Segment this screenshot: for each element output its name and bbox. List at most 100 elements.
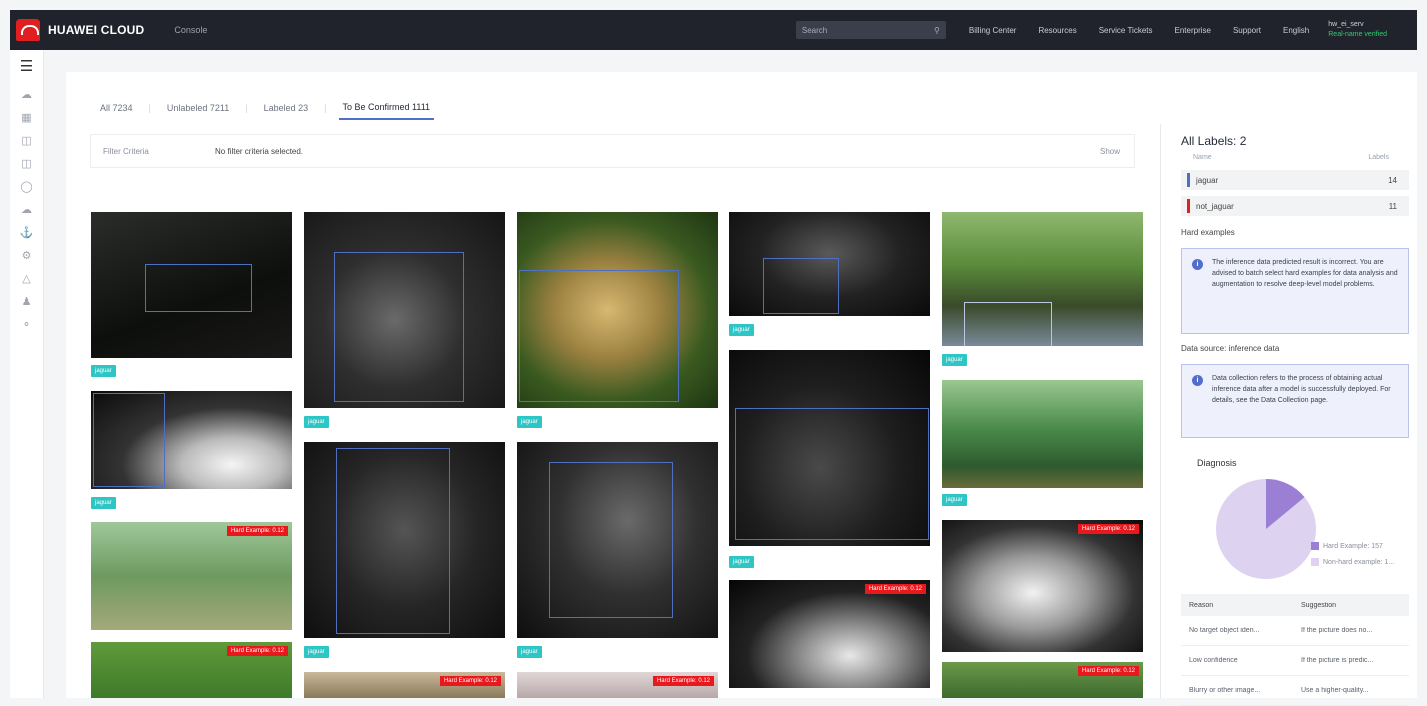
- hard-example-badge: Hard Example: 0.12: [1077, 524, 1139, 534]
- col-suggestion: Suggestion: [1301, 601, 1337, 609]
- top-link-language[interactable]: English: [1283, 26, 1309, 35]
- console-link[interactable]: Console: [174, 25, 207, 35]
- tab-to-be-confirmed[interactable]: To Be Confirmed 1111: [338, 100, 435, 120]
- dataset-tabs: All 7234 | Unlabeled 7211 | Labeled 23 |…: [96, 100, 435, 120]
- label-name: not_jaguar: [1196, 201, 1234, 211]
- tab-unlabeled[interactable]: Unlabeled 7211: [163, 101, 233, 119]
- image-card[interactable]: Hard Example: 0.12: [91, 642, 292, 698]
- image-card[interactable]: Hard Example: 0.12: [91, 522, 292, 630]
- top-link-enterprise[interactable]: Enterprise: [1175, 26, 1211, 35]
- nav-datasets-icon[interactable]: ▦: [20, 111, 34, 125]
- image-card[interactable]: [517, 442, 718, 638]
- bounding-box: [145, 264, 252, 312]
- info-icon: i: [1192, 375, 1203, 386]
- bounding-box: [763, 258, 839, 314]
- label-tag: jaguar: [517, 646, 542, 658]
- image-card[interactable]: Hard Example: 0.12: [517, 672, 718, 698]
- label-row-jaguar[interactable]: jaguar 14: [1181, 170, 1409, 190]
- search-icon[interactable]: ⚲: [934, 26, 940, 35]
- top-link-support[interactable]: Support: [1233, 26, 1261, 35]
- label-color-bar: [1187, 173, 1190, 187]
- image-card[interactable]: [729, 212, 930, 316]
- legend-label: Non-hard example: 1...: [1323, 558, 1395, 566]
- user-name: hw_ei_serv: [1328, 21, 1364, 28]
- top-nav-links: Billing Center Resources Service Tickets…: [958, 26, 1320, 35]
- table-row[interactable]: Low confidence If the picture is predic.…: [1181, 646, 1409, 676]
- data-source-info: i Data collection refers to the process …: [1181, 364, 1409, 438]
- menu-icon[interactable]: ☰: [20, 59, 34, 74]
- table-row[interactable]: No target object iden... If the picture …: [1181, 616, 1409, 646]
- hard-example-badge: Hard Example: 0.12: [226, 646, 288, 656]
- hard-examples-info: i The inference data predicted result is…: [1181, 248, 1409, 334]
- hard-examples-title: Hard examples: [1181, 228, 1235, 237]
- image-card[interactable]: [91, 212, 292, 358]
- image-card[interactable]: Hard Example: 0.12: [942, 520, 1143, 652]
- bounding-box: [549, 462, 673, 618]
- label-tag: jaguar: [304, 646, 329, 658]
- nav-services-icon[interactable]: ☁: [20, 203, 34, 217]
- filter-show-button[interactable]: Show: [1100, 147, 1120, 156]
- suggestion-cell: If the picture does no...: [1301, 627, 1373, 634]
- table-row[interactable]: Blurry or other image... Use a higher-qu…: [1181, 676, 1409, 706]
- top-link-tickets[interactable]: Service Tickets: [1099, 26, 1153, 35]
- nav-overview-icon[interactable]: ☁: [20, 88, 34, 102]
- tab-separator: |: [245, 103, 248, 113]
- image-card[interactable]: Hard Example: 0.12: [729, 580, 930, 688]
- nav-help-icon[interactable]: ⚬: [20, 318, 34, 332]
- suggestion-cell: Use a higher-quality...: [1301, 687, 1369, 694]
- info-icon: i: [1192, 259, 1203, 270]
- label-tag: jaguar: [91, 365, 116, 377]
- tab-labeled[interactable]: Labeled 23: [260, 101, 313, 119]
- image-card[interactable]: Hard Example: 0.12: [942, 662, 1143, 698]
- label-tag: jaguar: [729, 324, 754, 336]
- data-source-text: Data collection refers to the process of…: [1212, 375, 1391, 404]
- col-reason: Reason: [1189, 601, 1214, 609]
- bounding-box: [336, 448, 450, 634]
- hard-example-badge: Hard Example: 0.12: [652, 676, 714, 686]
- col-labels[interactable]: Labels: [1368, 154, 1389, 161]
- nav-deploy-icon[interactable]: ⚓: [20, 226, 34, 240]
- image-card[interactable]: [517, 212, 718, 408]
- tab-all[interactable]: All 7234: [96, 101, 137, 119]
- image-card[interactable]: [729, 350, 930, 546]
- data-source-title: Data source: inference data: [1181, 344, 1280, 353]
- nav-models-icon[interactable]: ◯: [20, 180, 34, 194]
- search-placeholder: Search: [801, 25, 828, 35]
- label-color-bar: [1187, 199, 1190, 213]
- hard-example-badge: Hard Example: 0.12: [439, 676, 501, 686]
- label-row-not-jaguar[interactable]: not_jaguar 11: [1181, 196, 1409, 216]
- search-input[interactable]: Search ⚲: [795, 21, 946, 39]
- image-card[interactable]: [304, 442, 505, 638]
- reason-cell: Blurry or other image...: [1189, 687, 1261, 694]
- nav-users-icon[interactable]: ♟: [20, 295, 34, 309]
- col-name: Name: [1193, 154, 1212, 161]
- label-tag: jaguar: [517, 416, 542, 428]
- nav-market-icon[interactable]: △: [20, 272, 34, 286]
- label-tag: jaguar: [729, 556, 754, 568]
- top-link-billing[interactable]: Billing Center: [969, 26, 1017, 35]
- legend-hard[interactable]: Hard Example: 157: [1311, 542, 1383, 550]
- legend-swatch: [1311, 542, 1319, 550]
- nav-notebook-icon[interactable]: ◫: [20, 157, 34, 171]
- diagnosis-table-header: Reason Suggestion: [1181, 594, 1409, 616]
- tab-separator: |: [148, 103, 151, 113]
- legend-non-hard[interactable]: Non-hard example: 1...: [1311, 558, 1394, 566]
- nav-training-icon[interactable]: ◫: [20, 134, 34, 148]
- logo[interactable]: HUAWEI CLOUD: [16, 19, 144, 41]
- image-card[interactable]: [304, 212, 505, 408]
- hard-example-badge: Hard Example: 0.12: [226, 526, 288, 536]
- image-card[interactable]: [91, 391, 292, 489]
- bounding-box: [519, 270, 679, 402]
- image-card[interactable]: Hard Example: 0.12: [304, 672, 505, 698]
- filter-bar: Filter Criteria No filter criteria selec…: [90, 134, 1135, 168]
- image-card[interactable]: [942, 380, 1143, 488]
- label-count: 11: [1388, 201, 1397, 211]
- hard-example-badge: Hard Example: 0.12: [1077, 666, 1139, 676]
- image-card[interactable]: [942, 212, 1143, 346]
- nav-settings-icon[interactable]: ⚙: [20, 249, 34, 263]
- brand-name: HUAWEI CLOUD: [48, 23, 145, 37]
- top-link-resources[interactable]: Resources: [1038, 26, 1076, 35]
- filter-label: Filter Criteria: [103, 146, 149, 156]
- reason-cell: Low confidence: [1189, 657, 1238, 664]
- user-menu[interactable]: hw_ei_serv Real-name verified: [1328, 20, 1387, 40]
